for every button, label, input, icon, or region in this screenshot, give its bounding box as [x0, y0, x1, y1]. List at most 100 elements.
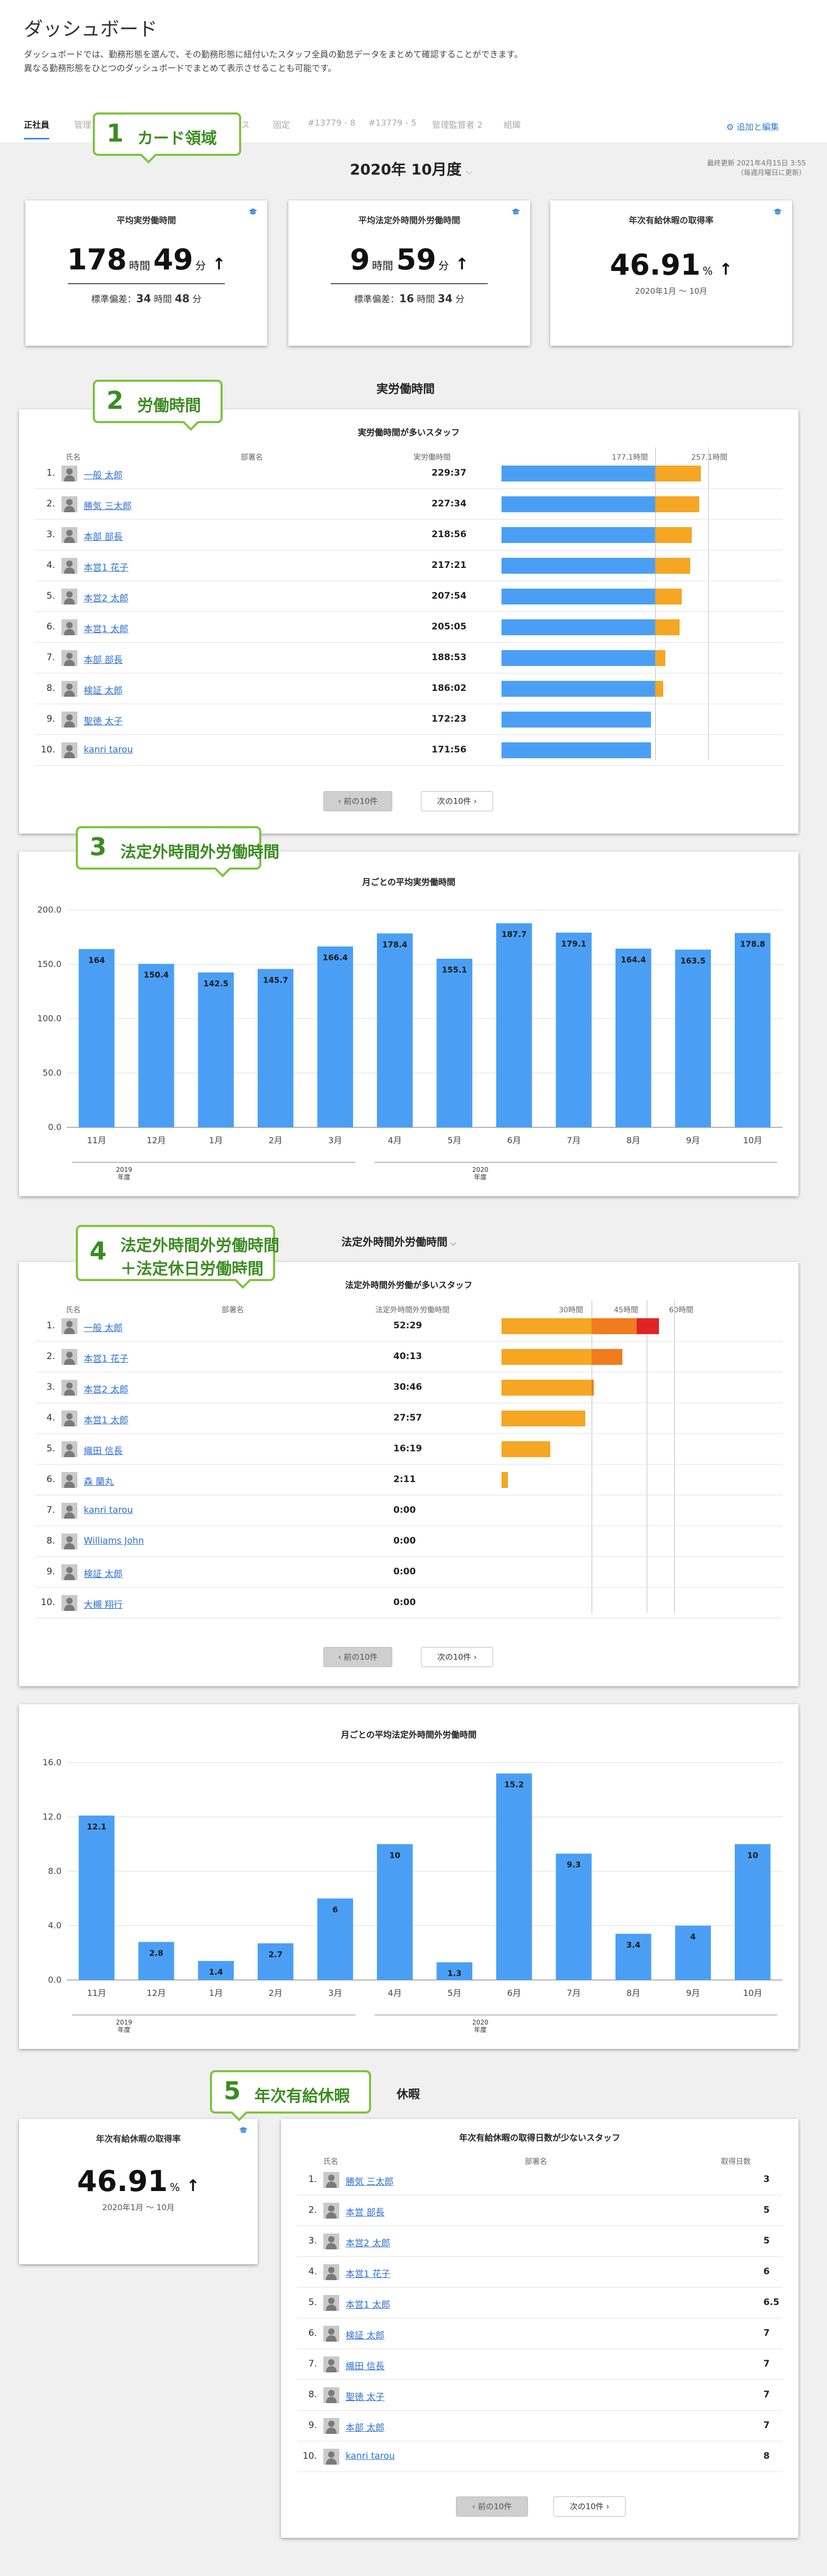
bar-value-label: 178.8 — [740, 939, 765, 949]
chart-bar[interactable] — [675, 949, 711, 1127]
staff-name-link[interactable]: 検証 太郎 — [84, 1566, 122, 1580]
prev-page-button[interactable]: ‹ 前の10件 — [456, 2496, 528, 2517]
staff-name-link[interactable]: 本部 部長 — [84, 529, 122, 542]
staff-name-link[interactable]: 検証 太郎 — [84, 683, 122, 696]
chart-bar[interactable] — [78, 1815, 115, 1980]
chart-bar[interactable] — [615, 948, 652, 1127]
staff-name-link[interactable]: 本営 部長 — [346, 2205, 384, 2218]
chart-bar[interactable] — [496, 923, 532, 1127]
y-tick-label: 0.0 — [48, 1122, 61, 1132]
staff-name-link[interactable]: kanri tarou — [84, 744, 133, 755]
x-tick-label: 12月 — [147, 1988, 166, 1998]
chart-bar[interactable] — [317, 946, 354, 1127]
bar-value-label: 166.4 — [323, 953, 348, 962]
tab-13779-5[interactable]: #13779 - 5 — [368, 118, 416, 128]
chart-bar[interactable] — [377, 1844, 413, 1980]
tab-seishain[interactable]: 正社員 — [24, 118, 50, 139]
bar-under-30h — [502, 1472, 508, 1488]
chart-bar[interactable] — [436, 959, 473, 1127]
staff-name-link[interactable]: 本営2 太郎 — [84, 1382, 128, 1395]
chart-bar[interactable] — [138, 963, 174, 1127]
next-page-button[interactable]: 次の10件 › — [421, 791, 493, 811]
avatar-icon — [61, 1410, 77, 1426]
staff-name-link[interactable]: 森 蘭丸 — [84, 1474, 113, 1487]
staff-name-link[interactable]: 大槻 翔行 — [84, 1597, 122, 1610]
chart-bar[interactable] — [198, 972, 234, 1127]
staff-name-link[interactable]: 本営1 花子 — [84, 560, 128, 573]
staff-name-link[interactable]: 織田 信長 — [84, 1443, 122, 1457]
staff-name-link[interactable]: 一般 太郎 — [84, 468, 122, 481]
prev-page-button[interactable]: ‹ 前の10件 — [323, 1647, 392, 1667]
next-page-button[interactable]: 次の10件 › — [421, 1647, 493, 1667]
callout-label: 法定外時間外労働時間 — [120, 843, 279, 862]
bar-over-standard — [655, 681, 663, 697]
x-tick-label: 2月 — [269, 1988, 283, 1998]
add-edit-link[interactable]: ⚙ 追加と編集 — [726, 120, 779, 133]
avatar-icon — [61, 650, 77, 666]
bar-value-label: 163.5 — [681, 956, 706, 966]
chart-bar[interactable] — [258, 1943, 294, 1980]
bar-within-standard — [502, 712, 652, 728]
x-tick-label: 12月 — [147, 1135, 166, 1145]
tab-soshiki[interactable]: 組織 — [504, 118, 521, 130]
avatar-icon — [323, 2233, 339, 2249]
graduation-cap-icon[interactable] — [239, 2126, 248, 2134]
kpi-card-avg-work: 平均実労働時間 178 時間 49 分 ↑ 標準偏差：34 時間 48 分 — [25, 200, 267, 346]
chart-bar[interactable] — [78, 949, 115, 1127]
staff-name-link[interactable]: 聖徳 太子 — [84, 714, 122, 727]
staff-name-link[interactable]: 勝気 三太郎 — [346, 2174, 393, 2187]
graduation-cap-icon[interactable] — [773, 208, 782, 215]
prev-label: 前の10件 — [478, 2502, 512, 2511]
avatar-head — [66, 1352, 73, 1358]
tab-13779-8[interactable]: #13779 - 8 — [307, 118, 355, 128]
next-label: 次の10件 — [437, 1652, 471, 1662]
avatar-head — [66, 653, 73, 659]
avatar-body — [64, 1605, 75, 1611]
kpi-minutes: 49 — [153, 243, 193, 276]
staff-name-link[interactable]: kanri tarou — [346, 2451, 395, 2461]
staff-name-link[interactable]: 本営1 太郎 — [84, 1413, 128, 1426]
prev-page-button[interactable]: ‹ 前の10件 — [323, 791, 392, 811]
fiscal-year-2020: 2020 年度 — [470, 1166, 491, 1181]
staff-name-link[interactable]: 本営1 太郎 — [84, 621, 128, 635]
staff-name-link[interactable]: 検証 太郎 — [346, 2328, 384, 2341]
period-selector[interactable]: 2020年 10月度 ⌵ — [350, 158, 472, 179]
bar-within-standard — [502, 527, 655, 543]
chart-bar[interactable] — [138, 1942, 174, 1980]
staff-name-link[interactable]: 織田 信長 — [346, 2359, 384, 2372]
tab-kotei[interactable]: 固定 — [273, 118, 290, 130]
chart-bar[interactable] — [735, 933, 771, 1127]
chart-bar[interactable] — [735, 1844, 771, 1980]
graduation-cap-icon[interactable] — [511, 208, 521, 215]
kpi-card-leave-rate: 年次有給休暇の取得率 46.91% ↑ 2020年1月 〜 10月 — [550, 200, 792, 346]
row-value: 7 — [763, 2359, 770, 2369]
chart-bar[interactable] — [556, 1853, 592, 1980]
staff-name-link[interactable]: 本営2 太郎 — [84, 591, 128, 604]
graduation-cap-icon[interactable] — [248, 208, 258, 215]
staff-name-link[interactable]: Williams John — [84, 1536, 144, 1546]
staff-name-link[interactable]: kanri tarou — [84, 1505, 133, 1515]
chart-bar[interactable] — [258, 969, 294, 1127]
std-label: 標準偏差： — [91, 294, 137, 305]
staff-name-link[interactable]: 聖徳 太子 — [346, 2389, 384, 2403]
overtime-selector[interactable]: 法定外時間外労働時間 ⌵ — [341, 1233, 456, 1249]
kpi-minutes-unit: 分 — [195, 259, 206, 272]
chart-bar[interactable] — [377, 933, 413, 1127]
staff-name-link[interactable]: 本営1 花子 — [84, 1351, 128, 1364]
tab-kanri[interactable]: 管理 — [74, 118, 91, 130]
staff-name-link[interactable]: 一般 太郎 — [84, 1320, 122, 1334]
staff-name-link[interactable]: 本営2 太郎 — [346, 2236, 390, 2249]
callout-4: 4 法定外時間外労働時間 ＋法定休日労働時間 — [76, 1225, 279, 1289]
staff-name-link[interactable]: 本営1 太郎 — [346, 2297, 390, 2310]
avatar-body — [326, 2458, 337, 2465]
staff-name-link[interactable]: 本営1 花子 — [346, 2266, 390, 2280]
chart-bar[interactable] — [496, 1773, 532, 1981]
tab-kanri-kantoku-2[interactable]: 管理監督者 2 — [432, 118, 482, 130]
staff-name-link[interactable]: 本部 太郎 — [346, 2420, 384, 2433]
chart-bar[interactable] — [556, 932, 592, 1127]
next-page-button[interactable]: 次の10件 › — [553, 2496, 626, 2517]
staff-name-link[interactable]: 本部 部長 — [84, 652, 122, 665]
staff-name-link[interactable]: 勝気 三太郎 — [84, 498, 131, 512]
tab-s[interactable]: ス — [241, 118, 250, 130]
row-index: 2. — [46, 498, 55, 509]
